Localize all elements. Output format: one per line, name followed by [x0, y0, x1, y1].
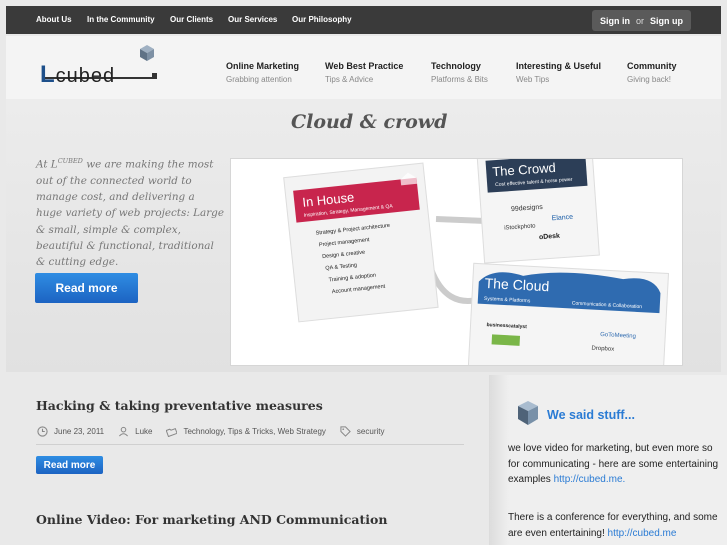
sidebar-link-1[interactable]: http://cubed.me.	[554, 474, 626, 485]
svg-text:Dropbox: Dropbox	[591, 346, 614, 353]
nav-online-marketing[interactable]: Online Marketing Grabbing attention	[226, 61, 299, 84]
sidebar-title: We said stuff...	[547, 408, 635, 422]
post-meta-1: June 23, 2011 Luke Technology, Tips & Tr…	[37, 426, 384, 437]
site-header: Lcubed Online Marketing Grabbing attenti…	[6, 36, 721, 99]
sidebar-link-2[interactable]: http://cubed.me	[608, 528, 677, 539]
top-bar: About Us In the Community Our Clients Ou…	[6, 6, 721, 34]
sign-up-link[interactable]: Sign up	[650, 16, 683, 26]
cloud-crowd-diagram: In House Inspiration, Strategy, Manageme…	[230, 158, 683, 366]
auth-box: Sign in or Sign up	[591, 10, 691, 31]
hero-text: At LCUBED we are making the most out of …	[36, 157, 224, 269]
auth-or-text: or	[635, 15, 644, 26]
topnav-our-clients[interactable]: Our Clients	[170, 15, 213, 24]
post-divider	[36, 444, 464, 445]
cloud-title: The Cloud	[484, 275, 549, 294]
post-tags[interactable]: security	[357, 427, 385, 436]
post-title-2[interactable]: Online Video: For marketing AND Communic…	[36, 512, 387, 527]
nav-interesting-useful[interactable]: Interesting & Useful Web Tips	[516, 61, 601, 84]
post-title-1[interactable]: Hacking & taking preventative measures	[36, 398, 323, 413]
nav-web-best-practice[interactable]: Web Best Practice Tips & Advice	[325, 61, 403, 84]
topnav-about-us[interactable]: About Us	[36, 15, 72, 24]
topnav-our-services[interactable]: Our Services	[228, 15, 277, 24]
user-icon	[119, 426, 129, 437]
cube-icon	[518, 401, 538, 425]
hero-title: Cloud & crowd	[291, 111, 448, 133]
post-author[interactable]: Luke	[135, 427, 152, 436]
sidebar-entry-2: There is a conference for everything, an…	[508, 512, 718, 539]
sign-in-link[interactable]: Sign in	[600, 16, 630, 26]
hero-read-more-button[interactable]: Read more	[35, 273, 138, 303]
post-date: June 23, 2011	[54, 427, 105, 436]
post-categories[interactable]: Technology, Tips & Tricks, Web Strategy	[183, 427, 325, 436]
clock-icon	[37, 426, 48, 437]
tag-icon	[340, 426, 351, 437]
svg-text:Elance: Elance	[551, 214, 573, 222]
svg-text:oDesk: oDesk	[539, 233, 561, 241]
topnav-our-philosophy[interactable]: Our Philosophy	[292, 15, 352, 24]
logo-wordmark: Lcubed	[40, 61, 116, 88]
sidebar: We said stuff... we love video for marke…	[489, 375, 727, 545]
nav-community[interactable]: Community Giving back!	[627, 61, 677, 84]
folder-icon	[166, 427, 178, 437]
nav-technology[interactable]: Technology Platforms & Bits	[431, 61, 488, 84]
post-read-more-button[interactable]: Read more	[36, 456, 103, 474]
hero-section: Cloud & crowd At LCUBED we are making th…	[6, 99, 721, 372]
topnav-in-the-community[interactable]: In the Community	[87, 15, 155, 24]
sidebar-entry-1: we love video for marketing, but even mo…	[508, 443, 719, 485]
